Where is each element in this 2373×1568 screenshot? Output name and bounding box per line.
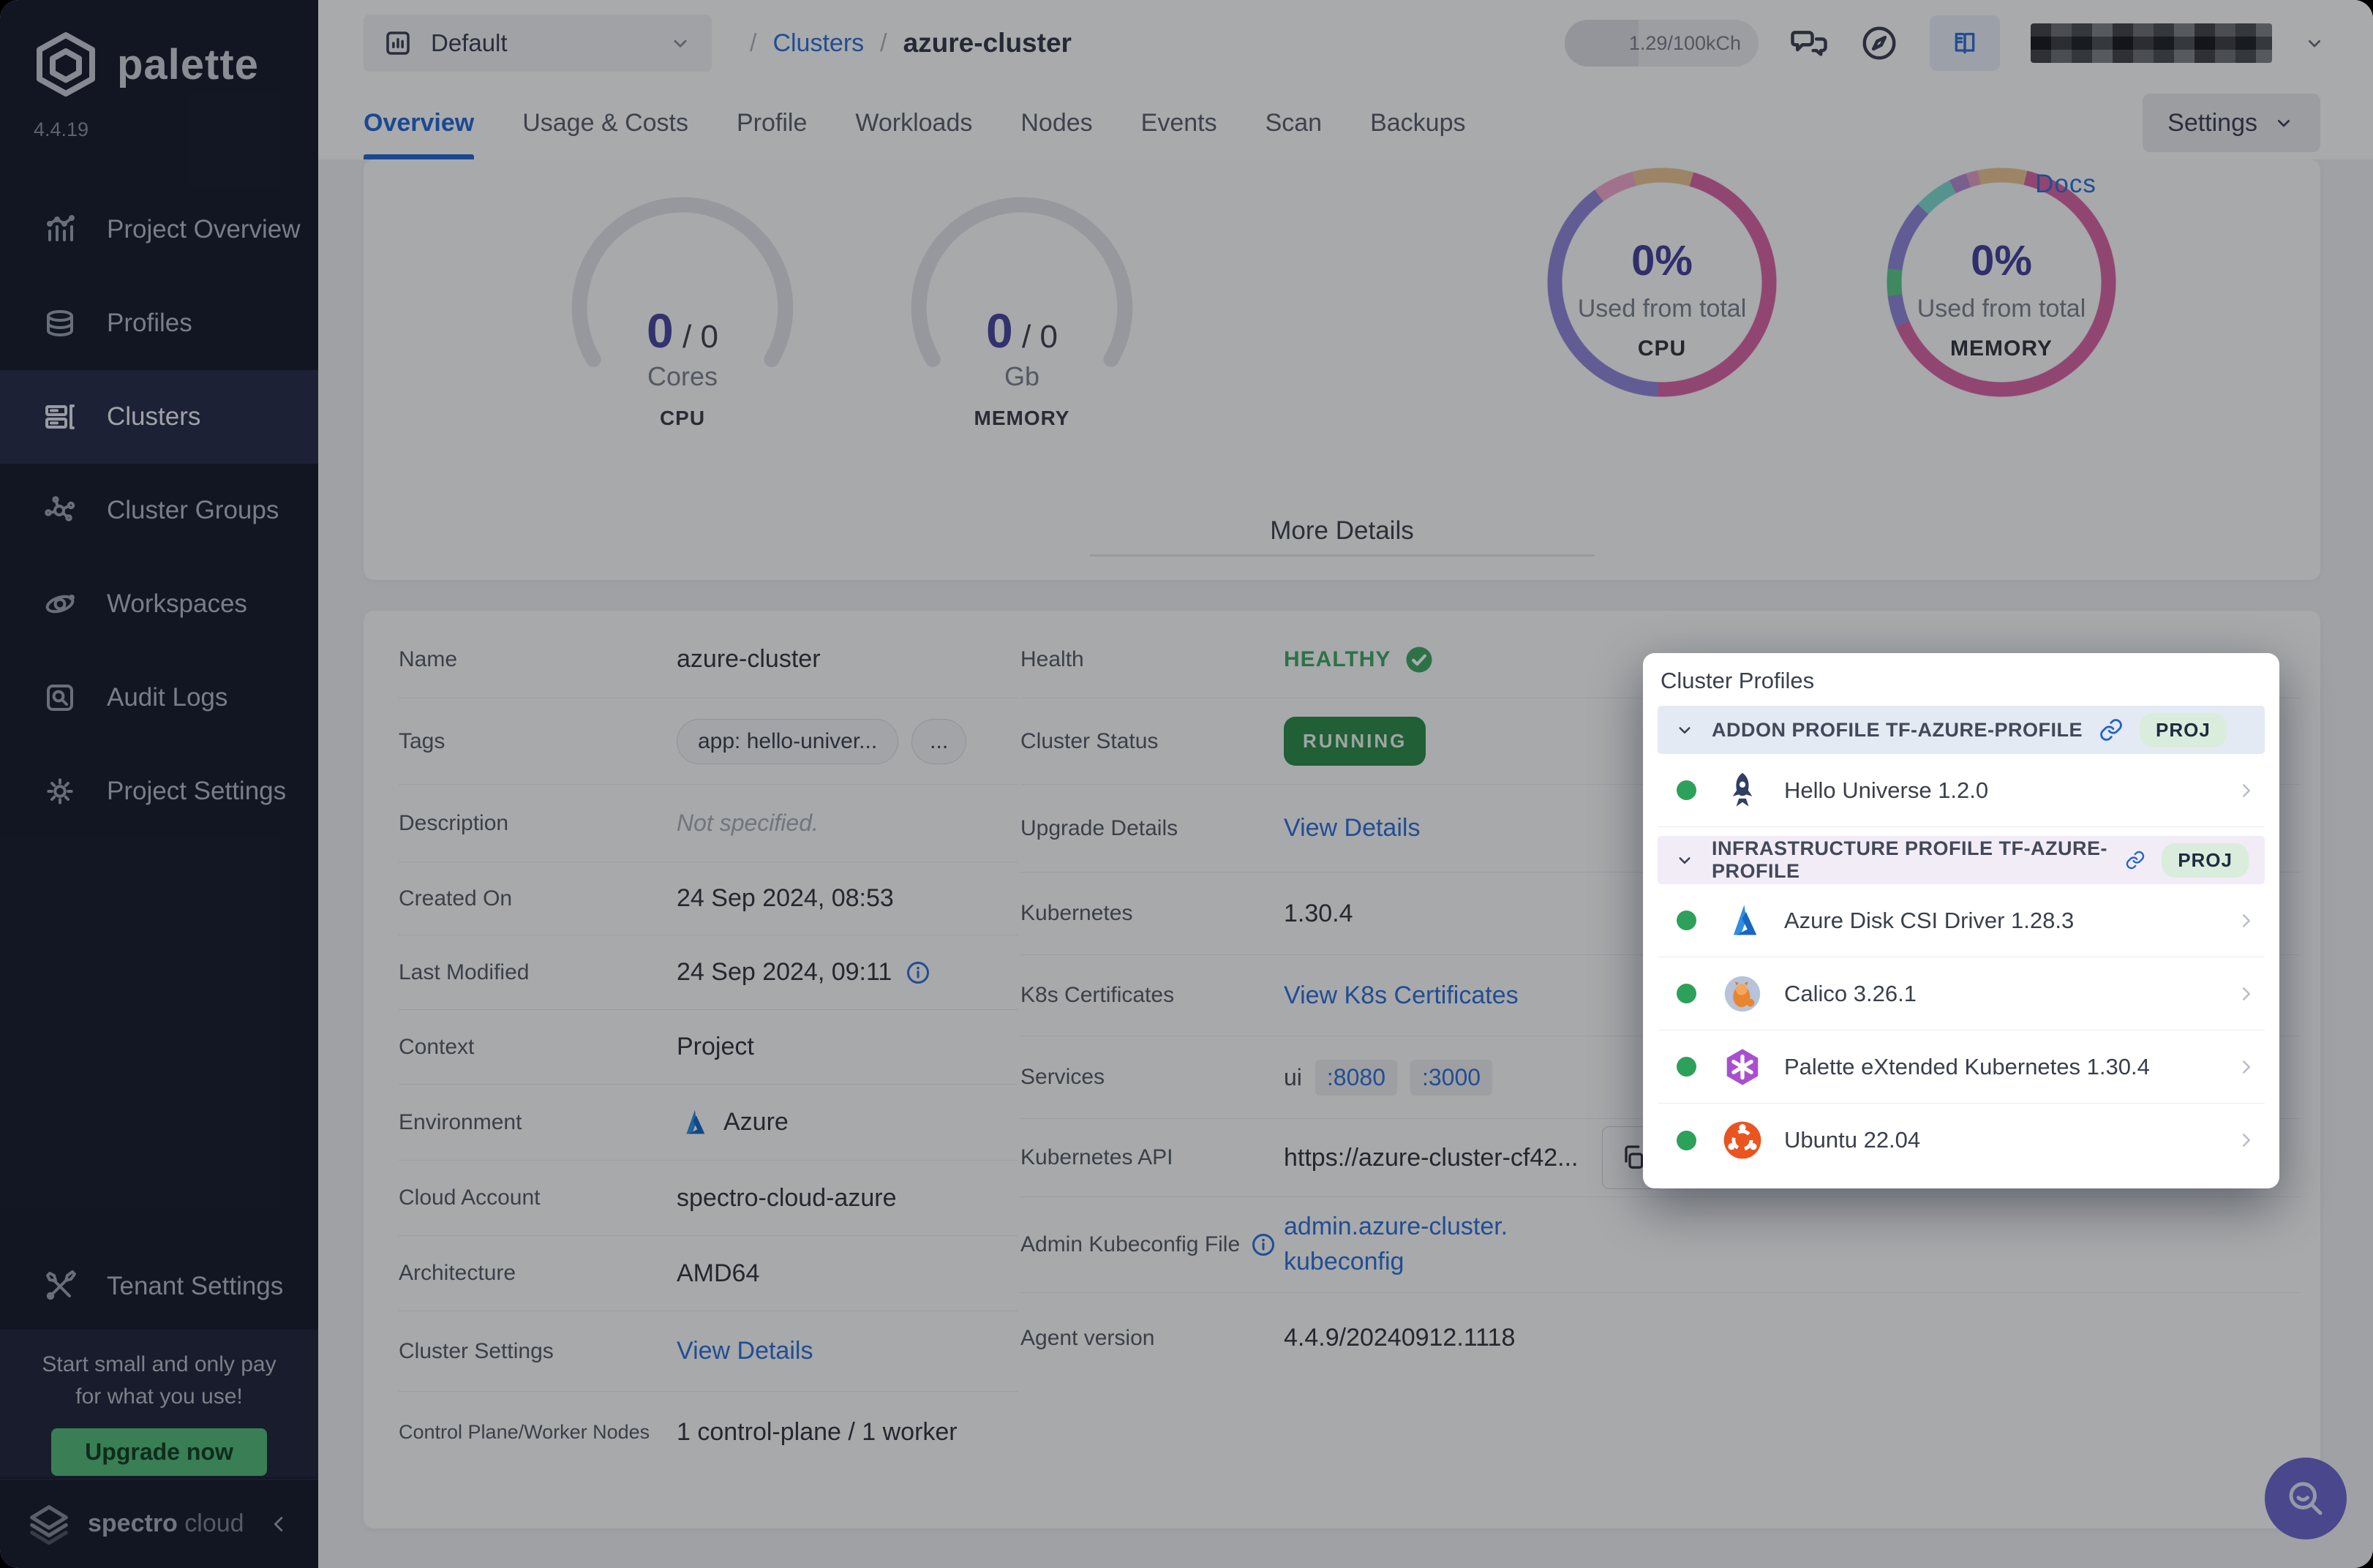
addon-profile-section-header[interactable]: ADDON PROFILE TF-AZURE-PROFILE PROJ — [1658, 706, 2265, 754]
cluster-profiles-popup: Cluster Profiles ADDON PROFILE TF-AZURE-… — [1643, 653, 2279, 1188]
chevron-right-icon — [2243, 1134, 2250, 1147]
proj-scope-badge: PROJ — [2162, 843, 2249, 878]
app-window: palette 4.4.19 Project Overview Profiles — [0, 0, 2373, 1568]
chevron-right-icon — [2243, 913, 2250, 927]
profile-layer-row-azure-csi[interactable]: Azure Disk CSI Driver 1.28.3 — [1658, 884, 2265, 957]
link-icon — [2126, 851, 2145, 870]
chevron-right-icon — [2243, 987, 2250, 1000]
profile-layer-row-ubuntu[interactable]: Ubuntu 22.04 — [1658, 1104, 2265, 1177]
link-icon — [2100, 719, 2122, 741]
proj-scope-badge: PROJ — [2139, 712, 2227, 747]
status-dot-icon — [1677, 1057, 1696, 1077]
palette-hexagon-icon — [1726, 1048, 1759, 1085]
chevron-down-icon — [1679, 857, 1691, 864]
popup-title: Cluster Profiles — [1661, 668, 1815, 693]
chevron-down-icon — [1679, 727, 1691, 734]
status-dot-icon — [1677, 984, 1696, 1003]
chevron-right-icon — [2243, 783, 2250, 797]
status-dot-icon — [1677, 911, 1696, 930]
status-dot-icon — [1677, 1130, 1696, 1150]
chevron-right-icon — [2243, 1060, 2250, 1074]
azure-icon — [1733, 904, 1757, 935]
profile-layer-row-calico[interactable]: Calico 3.26.1 — [1658, 957, 2265, 1030]
profile-layer-row-palette-k8s[interactable]: Palette eXtended Kubernetes 1.30.4 — [1658, 1030, 2265, 1104]
ubuntu-icon — [1723, 1121, 1761, 1159]
status-dot-icon — [1677, 780, 1696, 800]
infrastructure-profile-section-header[interactable]: INFRASTRUCTURE PROFILE TF-AZURE-PROFILE … — [1658, 836, 2265, 884]
rocket-icon — [1732, 772, 1753, 807]
calico-cat-icon — [1724, 976, 1761, 1011]
profile-layer-row-hello-universe[interactable]: Hello Universe 1.2.0 — [1658, 754, 2265, 827]
